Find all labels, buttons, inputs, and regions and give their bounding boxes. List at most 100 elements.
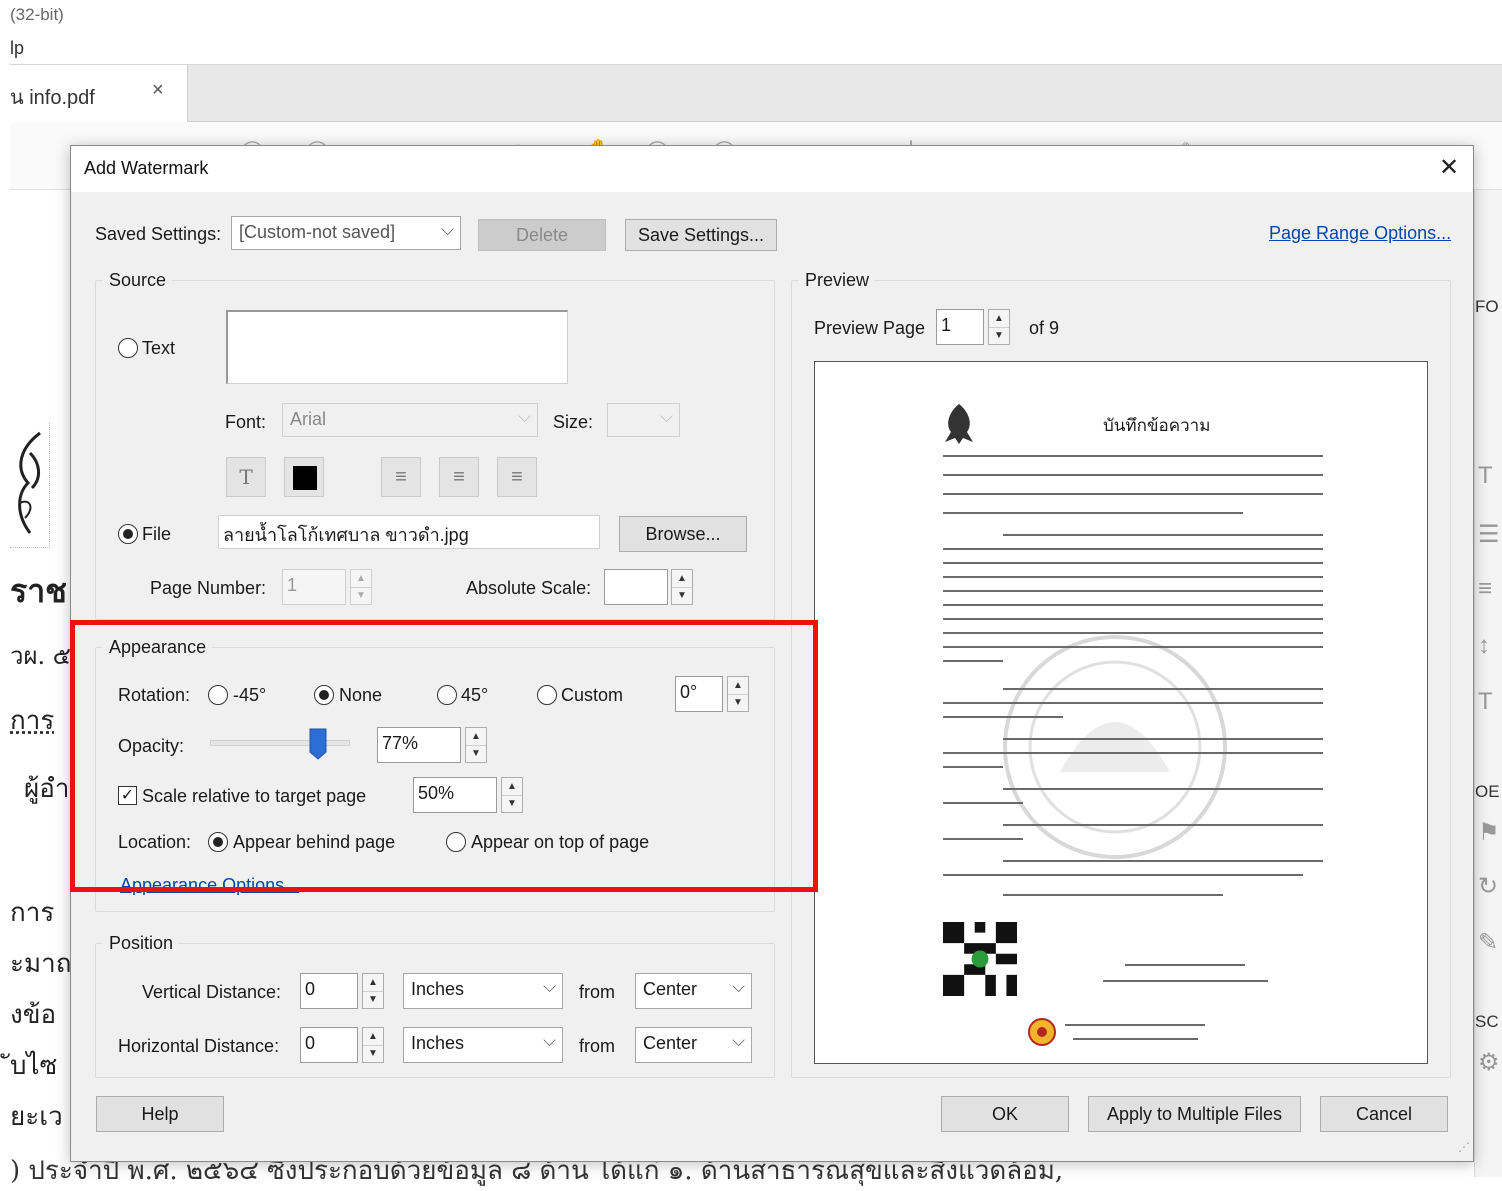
saved-settings-label: Saved Settings: bbox=[95, 224, 222, 244]
list-icon[interactable]: ☰ bbox=[1478, 520, 1500, 549]
chevron-down-icon: ⌵ bbox=[518, 407, 531, 426]
file-source-label: File bbox=[142, 524, 172, 544]
vertical-from-dropdown[interactable]: Center ⌵ bbox=[635, 973, 752, 1009]
vertical-unit-value: Inches bbox=[411, 979, 465, 999]
page-range-options-link[interactable]: Page Range Options... bbox=[1269, 223, 1451, 244]
horizontal-from-label: from bbox=[579, 1036, 615, 1056]
position-group-title: Position bbox=[103, 933, 180, 954]
doc-line: การ bbox=[10, 706, 55, 736]
dialog-title: Add Watermark bbox=[84, 158, 209, 178]
source-group-title: Source bbox=[103, 270, 173, 291]
doc-line: ะมาถ bbox=[10, 949, 72, 979]
help-button[interactable]: Help bbox=[96, 1096, 224, 1132]
doc-line: วผ. ๕ bbox=[10, 642, 71, 670]
chevron-down-icon: ⌵ bbox=[732, 977, 745, 996]
garuda-emblem-icon bbox=[945, 404, 973, 444]
vertical-unit-dropdown[interactable]: Inches ⌵ bbox=[403, 973, 563, 1009]
font-value: Arial bbox=[290, 409, 327, 429]
qr-code-icon bbox=[943, 922, 1017, 996]
horizontal-unit-value: Inches bbox=[411, 1033, 465, 1053]
preview-page-stepper[interactable]: ▲ ▼ bbox=[988, 309, 1010, 345]
absolute-scale-label: Absolute Scale: bbox=[466, 578, 592, 598]
saved-settings-dropdown[interactable]: [Custom-not saved] ⌵ bbox=[231, 216, 461, 250]
chevron-down-icon: ⌵ bbox=[543, 977, 556, 996]
resize-grip-icon[interactable]: ⋰ bbox=[1458, 1140, 1470, 1154]
preview-page-thumbnail: บันทึกข้อความ bbox=[814, 361, 1428, 1064]
text-source-radio[interactable] bbox=[118, 338, 138, 358]
text-color-button[interactable] bbox=[284, 457, 324, 497]
chevron-down-icon: ⌵ bbox=[441, 220, 454, 239]
chevron-down-icon: ⌵ bbox=[543, 1031, 556, 1050]
preview-page-count: of 9 bbox=[1029, 318, 1060, 338]
document-tab-bar: น info.pdf × bbox=[10, 64, 1502, 122]
align-center-icon[interactable]: ≡ bbox=[439, 457, 479, 497]
horizontal-distance-label: Horizontal Distance: bbox=[118, 1036, 280, 1056]
page-number-stepper[interactable]: ▲ ▼ bbox=[350, 569, 372, 605]
absolute-scale-stepper[interactable]: ▲ ▼ bbox=[671, 569, 693, 605]
cancel-button[interactable]: Cancel bbox=[1320, 1096, 1448, 1132]
preview-doc-heading: บันทึกข้อความ bbox=[1103, 416, 1211, 436]
apply-to-multiple-files-button[interactable]: Apply to Multiple Files bbox=[1088, 1096, 1301, 1132]
text-format-icon[interactable]: T bbox=[226, 457, 266, 497]
saved-settings-value: [Custom-not saved] bbox=[239, 222, 396, 242]
page-number-field[interactable]: 1 bbox=[282, 569, 346, 605]
text-tool-icon[interactable]: T bbox=[1478, 462, 1493, 490]
chevron-down-icon: ⌵ bbox=[732, 1031, 745, 1050]
page-number-label: Page Number: bbox=[150, 578, 267, 598]
horizontal-from-dropdown[interactable]: Center ⌵ bbox=[635, 1027, 752, 1063]
horizontal-from-value: Center bbox=[643, 1033, 698, 1053]
color-swatch bbox=[293, 466, 317, 490]
horizontal-distance-field[interactable]: 0 bbox=[300, 1027, 358, 1063]
file-path-value: ลายน้ำโลโก้เทศบาล ขาวดำ.jpg bbox=[223, 525, 469, 545]
horizontal-distance-stepper[interactable]: ▲ ▼ bbox=[362, 1027, 384, 1063]
absolute-scale-field[interactable] bbox=[604, 569, 668, 605]
document-tab[interactable]: น info.pdf × bbox=[10, 65, 188, 122]
close-dialog-icon[interactable]: ✕ bbox=[1439, 153, 1459, 182]
text-edit-icon[interactable]: T bbox=[1478, 688, 1493, 716]
doc-line: ยะเว bbox=[10, 1102, 63, 1132]
spacing-icon[interactable]: ↕ bbox=[1478, 632, 1490, 660]
right-panel-label: OE bbox=[1475, 782, 1500, 801]
doc-line: งข้อ bbox=[10, 1000, 57, 1030]
vertical-distance-label: Vertical Distance: bbox=[142, 982, 282, 1002]
dialog-titlebar: Add Watermark ✕ bbox=[71, 146, 1473, 192]
garuda-emblem-icon bbox=[10, 423, 50, 548]
gear-icon[interactable]: ⚙ bbox=[1478, 1048, 1500, 1077]
doc-line: ับไซ bbox=[10, 1051, 58, 1081]
watermark-text-area[interactable] bbox=[226, 310, 568, 384]
align-left-icon[interactable]: ≡ bbox=[381, 457, 421, 497]
font-dropdown[interactable]: Arial ⌵ bbox=[282, 403, 538, 437]
doc-heading-fragment: ราช bbox=[10, 572, 67, 610]
pen-icon[interactable]: ✎ bbox=[1478, 928, 1498, 957]
rotate-icon[interactable]: ↻ bbox=[1478, 872, 1498, 901]
text-source-label: Text bbox=[142, 338, 176, 358]
file-source-radio[interactable] bbox=[118, 524, 138, 544]
appearance-highlight-box bbox=[70, 620, 818, 892]
right-panel-label: SC bbox=[1475, 1012, 1499, 1031]
vertical-distance-field[interactable]: 0 bbox=[300, 973, 358, 1009]
chevron-down-icon: ⌵ bbox=[660, 407, 673, 426]
size-label: Size: bbox=[553, 412, 594, 432]
preview-page-value: 1 bbox=[941, 315, 952, 335]
size-dropdown[interactable]: ⌵ bbox=[607, 403, 680, 437]
file-path-field[interactable]: ลายน้ำโลโก้เทศบาล ขาวดำ.jpg bbox=[218, 515, 600, 549]
delete-button[interactable]: Delete bbox=[478, 219, 606, 251]
vertical-from-label: from bbox=[579, 982, 615, 1002]
doc-line: ผู้อำ bbox=[24, 774, 70, 804]
doc-line: การ bbox=[10, 898, 55, 928]
save-settings-button[interactable]: Save Settings... bbox=[625, 219, 777, 251]
align-right-icon[interactable]: ≡ bbox=[497, 457, 537, 497]
menu-help[interactable]: lp bbox=[10, 38, 24, 59]
preview-group-title: Preview bbox=[799, 270, 876, 291]
browse-button[interactable]: Browse... bbox=[619, 516, 747, 552]
close-tab-icon[interactable]: × bbox=[152, 79, 164, 102]
vertical-distance-value: 0 bbox=[305, 979, 316, 999]
vertical-distance-stepper[interactable]: ▲ ▼ bbox=[362, 973, 384, 1009]
horizontal-unit-dropdown[interactable]: Inches ⌵ bbox=[403, 1027, 563, 1063]
preview-page-field[interactable]: 1 bbox=[936, 309, 984, 345]
document-tab-label: น info.pdf bbox=[10, 87, 95, 109]
align-icon[interactable]: ≡ bbox=[1478, 575, 1492, 603]
watermark-seal-icon bbox=[1003, 635, 1227, 859]
flag-icon[interactable]: ⚑ bbox=[1478, 818, 1500, 847]
ok-button[interactable]: OK bbox=[941, 1096, 1069, 1132]
